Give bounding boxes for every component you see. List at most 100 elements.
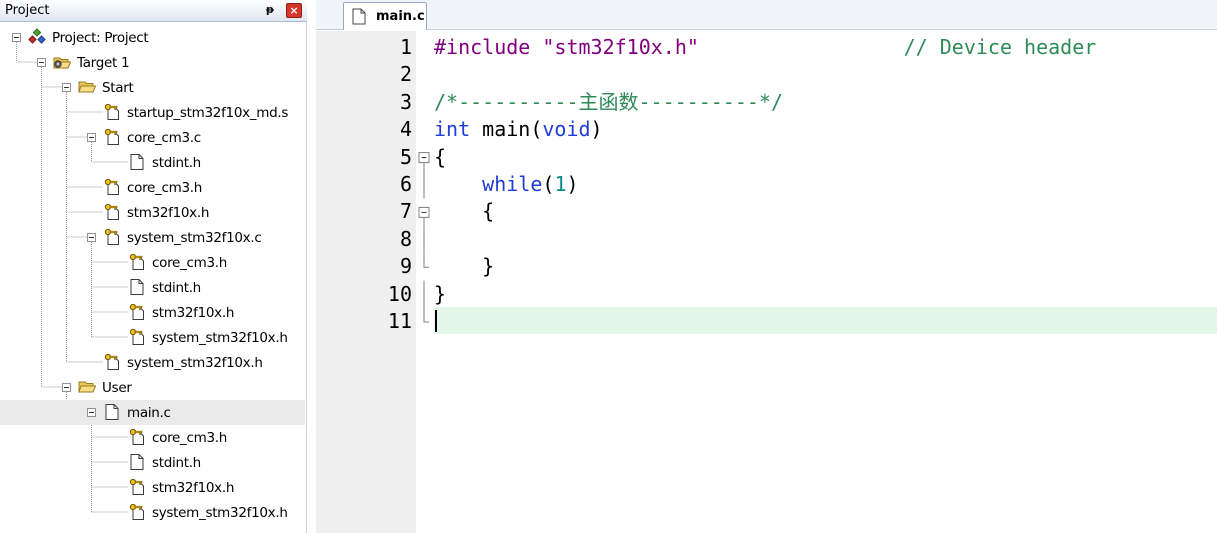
code-line[interactable]: int main(void) (434, 116, 1217, 143)
tree-item[interactable]: Target 1 (0, 50, 305, 75)
code-line[interactable]: { (434, 144, 1217, 171)
tab-label: main.c (376, 9, 425, 24)
close-icon[interactable]: × (286, 3, 302, 18)
line-number: 5 (399, 144, 412, 169)
key-file-icon (103, 203, 121, 221)
tree-item[interactable]: core_cm3.h (0, 425, 305, 450)
code-line[interactable] (434, 308, 1217, 335)
code-token: ) (566, 172, 579, 196)
code-line[interactable]: /*----------主函数----------*/ (434, 89, 1217, 116)
file-icon (128, 278, 146, 296)
code-line[interactable]: #include "stm32f10x.h" // Device header (434, 34, 1217, 61)
tree-item-label: system_stm32f10x.c (127, 230, 262, 246)
key-file-icon (103, 178, 121, 196)
collapse-icon[interactable] (37, 58, 46, 67)
tree-item[interactable]: stm32f10x.h (0, 300, 305, 325)
tree-item[interactable]: core_cm3.c (0, 125, 305, 150)
tree-item[interactable]: system_stm32f10x.c (0, 225, 305, 250)
collapse-icon[interactable] (87, 233, 96, 242)
code-token: void (542, 117, 591, 142)
tree-item-label: core_cm3.h (152, 255, 228, 271)
line-number: 11 (387, 309, 412, 333)
tree-item[interactable]: stm32f10x.h (0, 200, 305, 225)
tree-item[interactable]: Project: Project (0, 25, 305, 50)
text-caret (435, 310, 437, 332)
tree-item-label: User (102, 380, 132, 396)
code-token: // Device header (903, 35, 1097, 59)
code-token: 1 (554, 172, 567, 196)
file-icon (128, 153, 146, 171)
code-token: int (434, 117, 471, 142)
tree-item[interactable]: startup_stm32f10x_md.s (0, 100, 305, 125)
file-icon (352, 8, 366, 25)
code-line[interactable] (434, 226, 1217, 253)
code-line[interactable] (434, 61, 1217, 88)
key-file-icon (103, 128, 121, 146)
tree-item[interactable]: core_cm3.h (0, 175, 305, 200)
line-number: 3 (399, 89, 412, 114)
tree-item-label: Project: Project (52, 30, 149, 46)
key-file-icon (128, 503, 146, 521)
collapse-icon[interactable] (62, 83, 71, 92)
key-file-icon (103, 103, 121, 121)
line-number: 4 (399, 117, 412, 142)
collapse-icon[interactable] (87, 408, 96, 417)
tree-item[interactable]: system_stm32f10x.h (0, 325, 305, 350)
code-token: #include (434, 35, 543, 59)
tree-item[interactable]: system_stm32f10x.h (0, 500, 305, 525)
tree-item-label: system_stm32f10x.h (152, 505, 288, 521)
tree-item-label: stm32f10x.h (152, 305, 235, 321)
tab-main-c[interactable]: main.c (343, 2, 427, 30)
tree-item-label: stdint.h (152, 455, 201, 471)
folder-open-icon (78, 378, 97, 396)
code-token: { (434, 144, 447, 169)
code-token: "stm32f10x.h" (542, 35, 699, 59)
tree-item-label: system_stm32f10x.h (127, 355, 263, 371)
tree-item[interactable]: system_stm32f10x.h (0, 350, 305, 375)
tree-item[interactable]: User (0, 375, 305, 400)
key-file-icon (128, 328, 146, 346)
collapse-icon[interactable] (62, 383, 71, 392)
code-line[interactable]: } (434, 253, 1217, 280)
tree-item[interactable]: Start (0, 75, 305, 100)
tree-item-label: main.c (127, 405, 171, 421)
tree-item-label: core_cm3.c (127, 130, 201, 146)
editor-area: main.c 1 2 3 4 5 6 7 8 9 10 11 #include "stm32f10x… (316, 0, 1217, 533)
pin-icon[interactable]: ᵽ (262, 2, 278, 18)
tree-item[interactable]: stm32f10x.h (0, 475, 305, 500)
key-file-icon (103, 228, 121, 246)
panel-title: Project (5, 3, 50, 18)
code-line[interactable]: { (434, 198, 1217, 225)
collapse-icon[interactable] (12, 33, 21, 42)
tree-item-label: system_stm32f10x.h (152, 330, 288, 346)
line-number: 7 (399, 199, 412, 224)
tree-item[interactable]: main.c (0, 400, 305, 425)
key-file-icon (128, 303, 146, 321)
collapse-icon[interactable] (87, 133, 96, 142)
line-number: 2 (399, 62, 412, 87)
code-token: { (434, 199, 495, 224)
tree-item-label: Target 1 (77, 55, 130, 71)
tree-item[interactable]: core_cm3.h (0, 250, 305, 275)
code-token: } (434, 281, 447, 306)
code-line[interactable]: while(1) (434, 171, 1217, 198)
code-token: main( (470, 117, 543, 142)
tree-item-label: core_cm3.h (152, 430, 228, 446)
tree-item[interactable]: stdint.h (0, 450, 305, 475)
tree-item-label: stdint.h (152, 155, 201, 171)
tree-item[interactable]: stdint.h (0, 150, 305, 175)
tree-item[interactable]: stdint.h (0, 275, 305, 300)
code-token: ) (590, 117, 603, 142)
key-file-icon (128, 428, 146, 446)
fold-margin[interactable] (416, 31, 434, 533)
line-number: 8 (399, 226, 412, 251)
code-editor[interactable]: #include "stm32f10x.h" // Device header /… (434, 31, 1217, 533)
project-tree: Project: Project Target 1 Start startup_stm… (0, 24, 306, 533)
tree-item-label: stm32f10x.h (152, 480, 235, 496)
code-line[interactable]: } (434, 281, 1217, 308)
code-token: /*----------主函数----------*/ (434, 89, 783, 114)
tree-item-label: Start (102, 80, 134, 96)
key-file-icon (128, 253, 146, 271)
